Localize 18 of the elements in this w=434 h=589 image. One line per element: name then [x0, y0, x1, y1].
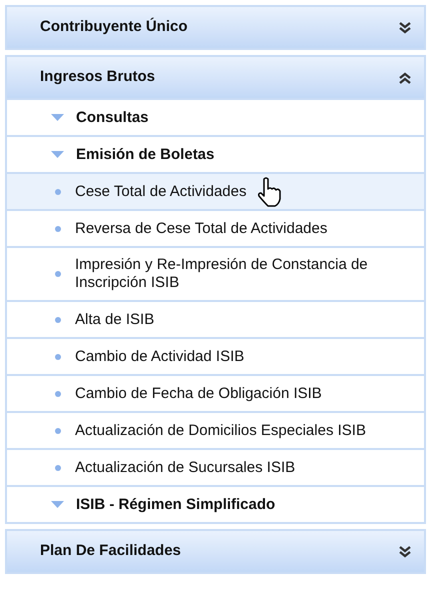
- menu-link[interactable]: Actualización de Domicilios Especiales ISIB: [51, 414, 366, 448]
- section-header[interactable]: Plan De Facilidades: [7, 531, 424, 572]
- group-link[interactable]: Emisión de Boletas: [51, 138, 214, 172]
- menu-link[interactable]: Impresión y Re-Impresión de Constancia de Inscripción ISIB: [51, 248, 374, 300]
- menu-link[interactable]: Alta de ISIB: [51, 302, 154, 336]
- triangle-icon: [51, 151, 64, 158]
- menu-link[interactable]: Cambio de Fecha de Obligación ISIB: [51, 376, 322, 410]
- menu-link[interactable]: Cese Total de Actividades: [51, 174, 246, 208]
- menu-link[interactable]: Reversa de Cese Total de Actividades: [51, 212, 328, 246]
- triangle-icon: [51, 501, 64, 508]
- menu-link[interactable]: Cambio de Actividad ISIB: [51, 340, 244, 374]
- triangle-icon: [51, 114, 64, 121]
- hand-cursor-icon: [256, 176, 282, 206]
- section-header[interactable]: Contribuyente Único: [7, 7, 424, 48]
- section-header[interactable]: Ingresos Brutos: [7, 57, 424, 98]
- group-link[interactable]: ISIB - Régimen Simplificado: [51, 488, 276, 522]
- menu-link[interactable]: Actualización de Sucursales ISIB: [51, 450, 296, 484]
- group-link[interactable]: Consultas: [51, 100, 149, 134]
